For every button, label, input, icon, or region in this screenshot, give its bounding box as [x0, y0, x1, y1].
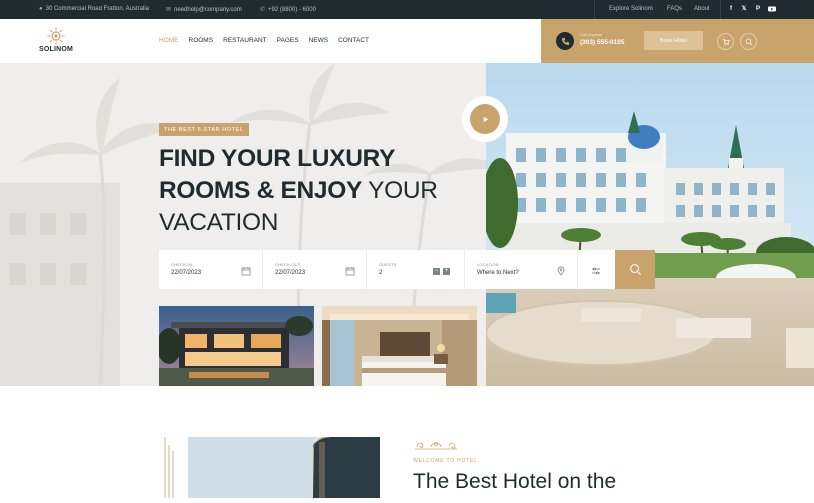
calendar-icon[interactable]: [241, 266, 251, 276]
guests-field[interactable]: GUESTS 2 − +: [367, 250, 465, 289]
book-hotel-button[interactable]: Book Hotel: [644, 31, 703, 50]
checkin-value[interactable]: 22/07/2023: [171, 270, 201, 276]
checkout-field[interactable]: CHECK-OUT 22/07/2023: [263, 250, 367, 289]
facebook-icon[interactable]: f: [727, 5, 735, 13]
checkout-value[interactable]: 22/07/2023: [275, 270, 305, 276]
villa-night-photo[interactable]: [159, 306, 314, 386]
search-icon: [745, 38, 752, 45]
divider: [720, 0, 721, 19]
main-header: SOLINOM HOME ROOMS RESTAURANT PAGES NEWS…: [0, 19, 814, 63]
about-title: The Best Hotel on the: [413, 470, 617, 493]
phone-text[interactable]: +92 (8800) - 6000: [268, 7, 316, 13]
headline-part: FIND YOUR LUXURY: [159, 145, 396, 172]
checkin-label: CHECK-IN: [171, 262, 192, 267]
explore-link[interactable]: Explore Solinom: [609, 6, 653, 12]
nav-news[interactable]: NEWS: [309, 37, 329, 44]
hero-badge: THE BEST 5 STAR HOTEL: [159, 123, 249, 136]
search-icon: [629, 264, 641, 276]
hero-headline-line-1: FIND YOUR LUXURY: [159, 145, 396, 172]
filter-sliders-icon[interactable]: [591, 266, 601, 276]
call-number[interactable]: (303) 555-0105: [580, 39, 624, 46]
email-text[interactable]: needhelp@company.com: [174, 7, 242, 13]
mail-icon: ✉: [166, 7, 172, 13]
hero-section: THE BEST 5 STAR HOTEL FIND YOUR LUXURY R…: [0, 63, 814, 386]
headline-part-thin: YOUR: [362, 177, 438, 204]
checkin-field[interactable]: CHECK-IN 22/07/2023: [159, 250, 263, 289]
nav-pages[interactable]: PAGES: [277, 37, 299, 44]
welcome-eyebrow: WELCOME TO HOTEL: [413, 458, 478, 464]
hero-headline-line-2: ROOMS & ENJOY YOUR: [159, 177, 438, 204]
headline-part-thin: VACATION: [159, 209, 279, 236]
hotel-exterior-photo: [486, 63, 814, 386]
guests-label: GUESTS: [379, 262, 397, 267]
cart-icon: [722, 38, 730, 45]
divider: [594, 0, 595, 19]
hotel-bedroom-photo[interactable]: [322, 306, 477, 386]
headline-part-bold: ROOMS & ENJOY: [159, 177, 363, 204]
about-hotel-photo: [164, 437, 380, 498]
main-nav: HOME ROOMS RESTAURANT PAGES NEWS CONTACT: [159, 37, 369, 44]
filter-field[interactable]: [578, 250, 615, 289]
booking-search-form: CHECK-IN 22/07/2023 CHECK-OUT 22/07/2023…: [159, 250, 655, 289]
guests-decrement-button[interactable]: −: [433, 268, 440, 275]
guests-value[interactable]: 2: [379, 270, 382, 276]
hero-headline-line-3: VACATION: [159, 209, 279, 236]
nav-restaurant[interactable]: RESTAURANT: [223, 37, 267, 44]
youtube-icon[interactable]: [768, 5, 776, 13]
play-video-ring: [462, 96, 508, 142]
email-info[interactable]: ✉ needhelp@company.com: [166, 6, 242, 14]
play-video-button[interactable]: [470, 104, 500, 134]
call-label: Call Anytime: [580, 32, 603, 37]
checkout-label: CHECK-OUT: [275, 262, 301, 267]
nav-contact[interactable]: CONTACT: [338, 37, 369, 44]
top-info-bar: ● 30 Commercial Road Fratton, Australia …: [0, 0, 814, 19]
decorative-ornament-icon: [415, 442, 457, 450]
address-info: ● 30 Commercial Road Fratton, Australia: [39, 6, 149, 12]
site-logo[interactable]: SOLINOM: [37, 27, 75, 57]
play-icon: [483, 116, 488, 122]
phone-icon: ✆: [260, 7, 266, 13]
cart-button[interactable]: [717, 33, 734, 50]
about-image-block: [163, 437, 383, 498]
faqs-link[interactable]: FAQs: [667, 6, 682, 12]
location-pin-icon: [557, 266, 565, 276]
about-link[interactable]: About: [694, 6, 710, 12]
search-button[interactable]: [740, 33, 757, 50]
logo-text: SOLINOM: [38, 46, 74, 53]
sun-logo-icon: [47, 27, 65, 45]
nav-home[interactable]: HOME: [159, 37, 179, 44]
x-twitter-icon[interactable]: 𝕏: [740, 5, 748, 13]
phone-info[interactable]: ✆ +92 (8800) - 6000: [260, 6, 316, 14]
calendar-icon[interactable]: [345, 266, 355, 276]
address-text: 30 Commercial Road Fratton, Australia: [45, 6, 150, 12]
guests-increment-button[interactable]: +: [443, 268, 450, 275]
header-cta-panel: Call Anytime (303) 555-0105 Book Hotel: [541, 19, 814, 63]
search-submit-button[interactable]: [615, 250, 655, 289]
phone-call-icon[interactable]: [556, 32, 574, 50]
pinterest-icon[interactable]: P: [754, 5, 762, 13]
location-value[interactable]: Where to Next?: [477, 270, 519, 276]
nav-rooms[interactable]: ROOMS: [189, 37, 214, 44]
location-pin-icon: ●: [39, 6, 43, 12]
location-label: LOCATION: [477, 262, 499, 267]
location-field[interactable]: LOCATION Where to Next?: [465, 250, 578, 289]
